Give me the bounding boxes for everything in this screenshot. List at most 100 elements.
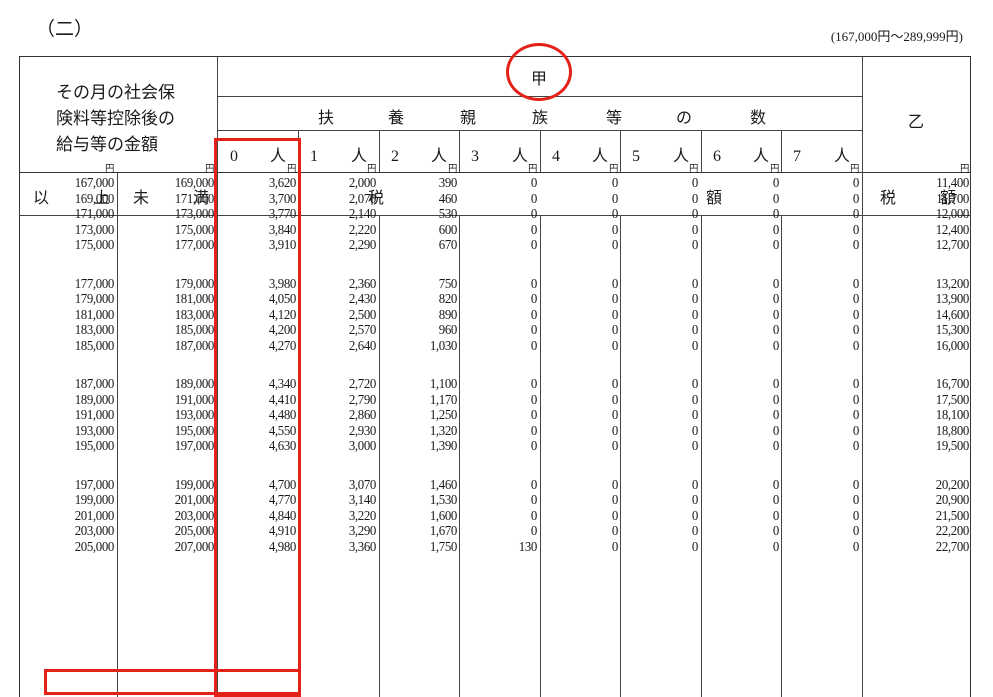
cell-miman: 183,000 bbox=[174, 307, 215, 323]
otsu-label: 乙 bbox=[908, 114, 925, 131]
group-gap bbox=[535, 455, 618, 478]
group-gap bbox=[31, 455, 114, 478]
group-gap bbox=[776, 254, 859, 277]
cell-dep-1: 2,720 bbox=[348, 377, 377, 392]
cell-dep-5: 0 bbox=[691, 439, 698, 454]
yen-unit: 円 bbox=[850, 164, 859, 175]
cell-dep-1: 3,000 bbox=[348, 439, 377, 454]
cell-dep-5: 0 bbox=[691, 323, 698, 338]
column-otsu: 円 11,400 11,700 12,000 12,400 12,700 13,200 13,… bbox=[886, 164, 970, 555]
cell-dep-2: 600 bbox=[438, 222, 458, 238]
cell-dep-5: 0 bbox=[691, 222, 698, 238]
cell-ijou: 171,000 bbox=[74, 207, 115, 222]
cell-dep-3: 0 bbox=[530, 338, 537, 354]
cell-dep-4: 0 bbox=[611, 191, 618, 207]
cell-dep-3: 0 bbox=[530, 191, 537, 207]
cell-dep-1: 2,290 bbox=[348, 238, 377, 253]
cell-ijou: 203,000 bbox=[74, 524, 115, 539]
cell-dep-2: 1,530 bbox=[429, 493, 458, 508]
yen-unit: 円 bbox=[770, 164, 779, 175]
cell-dep-3: 0 bbox=[530, 408, 537, 423]
cell-dep-3: 0 bbox=[530, 238, 537, 253]
cell-dep-5: 0 bbox=[691, 238, 698, 253]
cell-dep-6: 0 bbox=[772, 176, 779, 191]
group-gap bbox=[454, 354, 537, 377]
fuyou-char-2: 親 bbox=[460, 110, 477, 127]
cell-dep-3: 0 bbox=[530, 392, 537, 408]
group-gap bbox=[615, 254, 698, 277]
cell-ijou: 177,000 bbox=[74, 276, 115, 292]
group-gap bbox=[293, 354, 376, 377]
cell-ijou: 191,000 bbox=[74, 408, 115, 423]
cell-dep-6: 0 bbox=[772, 539, 779, 555]
cell-ijou: 187,000 bbox=[74, 377, 115, 392]
group-gap bbox=[374, 354, 457, 377]
cell-dep-6: 0 bbox=[772, 377, 779, 392]
group-gap bbox=[293, 455, 376, 478]
cell-dep-1: 2,430 bbox=[348, 292, 377, 307]
group-gap bbox=[776, 354, 859, 377]
cell-dep-1: 2,860 bbox=[348, 408, 377, 423]
cell-dep-4: 0 bbox=[611, 176, 618, 191]
cell-dep-4: 0 bbox=[611, 539, 618, 555]
cell-ijou: 189,000 bbox=[74, 392, 115, 408]
cell-dep-7: 0 bbox=[852, 439, 859, 454]
cell-dep-2: 460 bbox=[438, 191, 458, 207]
group-gap bbox=[131, 354, 214, 377]
cell-ijou: 183,000 bbox=[74, 323, 115, 338]
cell-dep-7: 0 bbox=[852, 176, 859, 191]
cell-miman: 205,000 bbox=[174, 524, 215, 539]
cell-dep-7: 0 bbox=[852, 508, 859, 524]
cell-dep-4: 0 bbox=[611, 307, 618, 323]
group-gap bbox=[776, 455, 859, 478]
group-gap bbox=[374, 254, 457, 277]
cell-miman: 181,000 bbox=[174, 292, 215, 307]
fuyou-char-1: 養 bbox=[388, 110, 405, 127]
cell-dep-3: 0 bbox=[530, 323, 537, 338]
cell-otsu: 22,200 bbox=[935, 524, 970, 539]
column-dep-3: 円 0 0 0 0 0 0 0 0 0 0 0 0 0 0 0 0 0 0 0 130 bbox=[454, 164, 538, 555]
cell-otsu: 12,700 bbox=[935, 238, 970, 253]
group-gap bbox=[454, 455, 537, 478]
cell-ijou: 181,000 bbox=[74, 307, 115, 323]
cell-dep-1: 2,360 bbox=[348, 276, 377, 292]
cell-ijou: 199,000 bbox=[74, 493, 115, 508]
cell-ijou: 201,000 bbox=[74, 508, 115, 524]
cell-ijou: 173,000 bbox=[74, 222, 115, 238]
group-gap bbox=[535, 254, 618, 277]
cell-miman: 177,000 bbox=[174, 238, 215, 253]
cell-otsu: 20,200 bbox=[935, 477, 970, 493]
rule-ko-otsu bbox=[862, 56, 863, 697]
cell-dep-7: 0 bbox=[852, 323, 859, 338]
cell-miman: 175,000 bbox=[174, 222, 215, 238]
group-gap bbox=[535, 354, 618, 377]
cell-dep-6: 0 bbox=[772, 423, 779, 439]
cell-dep-2: 1,460 bbox=[429, 477, 458, 493]
cell-dep-1: 3,070 bbox=[348, 477, 377, 493]
caption-line-3: 給与等の金額 bbox=[56, 135, 158, 154]
cell-dep-7: 0 bbox=[852, 238, 859, 253]
cell-dep-3: 0 bbox=[530, 493, 537, 508]
cell-dep-4: 0 bbox=[611, 207, 618, 222]
cell-miman: 199,000 bbox=[174, 477, 215, 493]
cell-dep-5: 0 bbox=[691, 508, 698, 524]
yen-unit: 円 bbox=[689, 164, 698, 175]
cell-dep-3: 0 bbox=[530, 508, 537, 524]
cell-dep-5: 0 bbox=[691, 477, 698, 493]
cell-dep-4: 0 bbox=[611, 493, 618, 508]
cell-dep-6: 0 bbox=[772, 323, 779, 338]
cell-miman: 197,000 bbox=[174, 439, 215, 454]
column-dep-1: 円 2,000 2,070 2,140 2,220 2,290 2,360 2,430 2,50… bbox=[293, 164, 377, 555]
cell-dep-2: 960 bbox=[438, 323, 458, 338]
caption-line-2: 険料等控除後の bbox=[56, 109, 175, 128]
yen-unit: 円 bbox=[609, 164, 618, 175]
cell-dep-1: 3,220 bbox=[348, 508, 377, 524]
cell-dep-5: 0 bbox=[691, 292, 698, 307]
cell-dep-4: 0 bbox=[611, 392, 618, 408]
cell-dep-5: 0 bbox=[691, 307, 698, 323]
cell-dep-7: 0 bbox=[852, 377, 859, 392]
cell-otsu: 15,300 bbox=[935, 323, 970, 338]
cell-dep-1: 2,930 bbox=[348, 423, 377, 439]
cell-miman: 207,000 bbox=[174, 539, 215, 555]
cell-dep-6: 0 bbox=[772, 338, 779, 354]
